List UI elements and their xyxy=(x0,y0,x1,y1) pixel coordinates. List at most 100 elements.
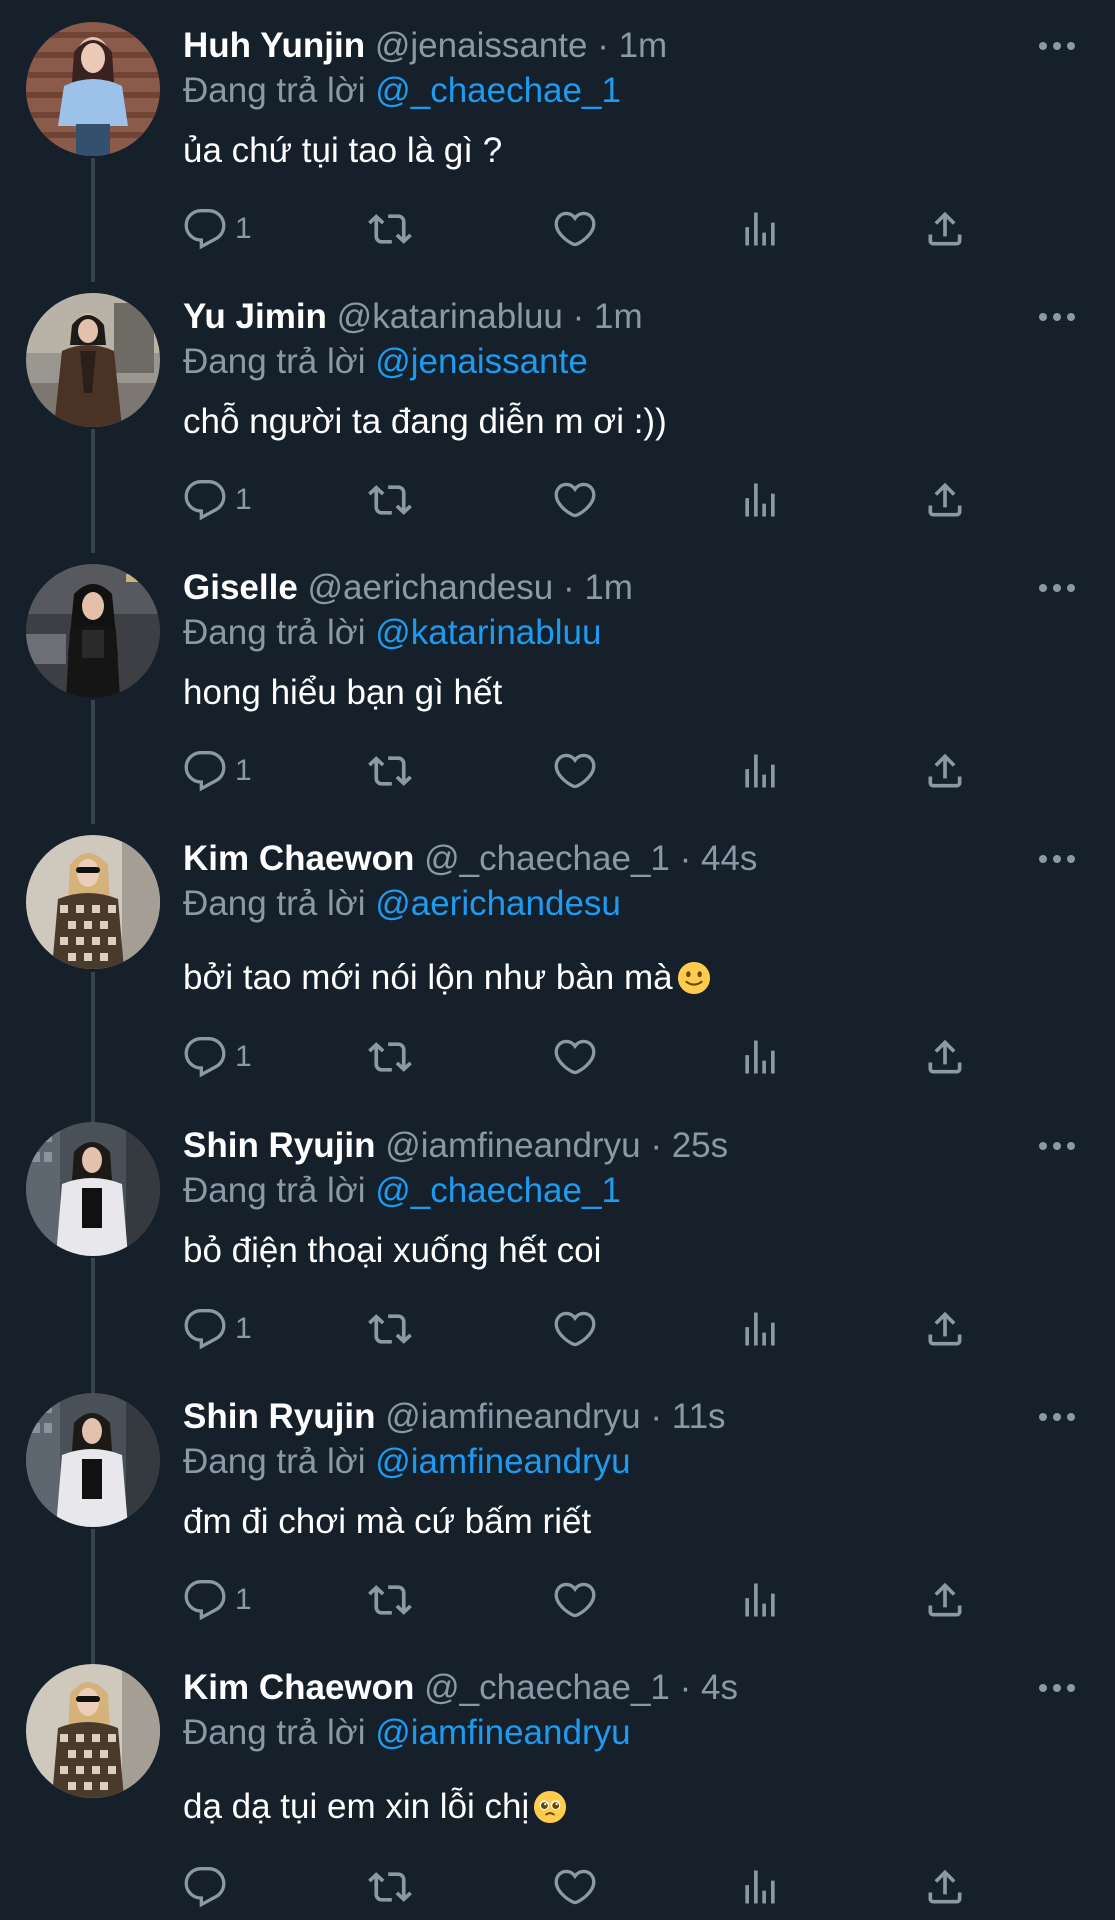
like-button[interactable] xyxy=(553,204,597,254)
display-name[interactable]: Kim Chaewon xyxy=(183,839,414,878)
tweet[interactable]: Kim Chaewon @_chaechae_1 · 44s Đang trả … xyxy=(0,813,1115,1099)
display-name[interactable]: Yu Jimin xyxy=(183,297,327,336)
reply-button[interactable]: 1 xyxy=(183,746,252,796)
like-button[interactable] xyxy=(553,1032,597,1082)
reply-count: 1 xyxy=(235,483,252,516)
retweet-button[interactable] xyxy=(368,1575,412,1625)
like-button[interactable] xyxy=(553,1575,597,1625)
avatar-photo xyxy=(26,1122,160,1256)
user-handle[interactable]: @_chaechae_1 xyxy=(424,839,670,878)
user-handle[interactable]: @jenaissante xyxy=(375,26,588,65)
more-icon[interactable] xyxy=(1037,299,1077,335)
display-name[interactable]: Shin Ryujin xyxy=(183,1126,376,1165)
retweet-button[interactable] xyxy=(368,746,412,796)
reply-to-handle[interactable]: @iamfineandryu xyxy=(375,1713,630,1752)
user-handle[interactable]: @iamfineandryu xyxy=(385,1126,640,1165)
retweet-icon xyxy=(368,214,412,244)
share-button[interactable] xyxy=(923,1032,967,1082)
share-button[interactable] xyxy=(923,1304,967,1354)
timestamp[interactable]: 44s xyxy=(701,839,757,878)
like-button[interactable] xyxy=(553,1862,597,1912)
timestamp[interactable]: 11s xyxy=(672,1397,726,1436)
views-button[interactable] xyxy=(738,1304,782,1354)
views-button[interactable] xyxy=(738,746,782,796)
more-icon[interactable] xyxy=(1037,1399,1077,1435)
avatar[interactable] xyxy=(26,1393,160,1527)
retweet-button[interactable] xyxy=(368,204,412,254)
avatar[interactable] xyxy=(26,293,160,427)
views-button[interactable] xyxy=(738,1862,782,1912)
share-button[interactable] xyxy=(923,1575,967,1625)
pleading-face-emoji xyxy=(534,1790,567,1824)
display-name[interactable]: Huh Yunjin xyxy=(183,26,365,65)
share-icon xyxy=(928,1311,962,1346)
user-handle[interactable]: @iamfineandryu xyxy=(385,1397,640,1436)
timestamp[interactable]: 4s xyxy=(701,1668,738,1707)
avatar[interactable] xyxy=(26,22,160,156)
display-name[interactable]: Kim Chaewon xyxy=(183,1668,414,1707)
views-button[interactable] xyxy=(738,475,782,525)
reply-to-handle[interactable]: @aerichandesu xyxy=(375,884,621,923)
tweet[interactable]: Shin Ryujin @iamfineandryu · 11s Đang tr… xyxy=(0,1371,1115,1641)
like-button[interactable] xyxy=(553,746,597,796)
retweet-button[interactable] xyxy=(368,1032,412,1082)
views-button[interactable] xyxy=(738,1575,782,1625)
avatar-photo xyxy=(26,835,160,969)
reply-prefix: Đang trả lời xyxy=(183,342,366,381)
share-button[interactable] xyxy=(923,204,967,254)
reply-to-handle[interactable]: @jenaissante xyxy=(375,342,588,381)
timestamp[interactable]: 1m xyxy=(594,297,643,336)
timestamp[interactable]: 1m xyxy=(619,26,668,65)
user-handle[interactable]: @aerichandesu xyxy=(308,568,554,607)
retweet-button[interactable] xyxy=(368,1862,412,1912)
user-handle[interactable]: @_chaechae_1 xyxy=(424,1668,670,1707)
share-button[interactable] xyxy=(923,746,967,796)
more-icon[interactable] xyxy=(1037,1670,1077,1706)
tweet-text-content: dạ dạ tụi em xin lỗi chị xyxy=(183,1787,530,1826)
reply-button[interactable]: 1 xyxy=(183,1575,252,1625)
reply-button[interactable]: 1 xyxy=(183,204,252,254)
display-name[interactable]: Shin Ryujin xyxy=(183,1397,376,1436)
avatar[interactable] xyxy=(26,1122,160,1256)
like-button[interactable] xyxy=(553,1304,597,1354)
tweet[interactable]: Huh Yunjin @jenaissante · 1m Đang trả lờ… xyxy=(0,0,1115,270)
share-button[interactable] xyxy=(923,475,967,525)
tweet-text-content: bởi tao mới nói lộn như bàn mà xyxy=(183,958,673,997)
reply-to-handle[interactable]: @_chaechae_1 xyxy=(375,1171,621,1210)
more-icon[interactable] xyxy=(1037,570,1077,606)
tweet-text: đm đi chơi mà cứ bấm riết xyxy=(183,1499,591,1545)
tweet[interactable]: Yu Jimin @katarinabluu · 1m Đang trả lời… xyxy=(0,271,1115,541)
views-button[interactable] xyxy=(738,204,782,254)
more-icon[interactable] xyxy=(1037,1128,1077,1164)
more-icon[interactable] xyxy=(1037,841,1077,877)
action-bar: 1 xyxy=(183,475,983,525)
reply-prefix: Đang trả lời xyxy=(183,884,366,923)
tweet[interactable]: Giselle @aerichandesu · 1m Đang trả lời … xyxy=(0,542,1115,812)
reply-button[interactable]: 1 xyxy=(183,475,252,525)
reply-prefix: Đang trả lời xyxy=(183,1171,366,1210)
more-icon[interactable] xyxy=(1037,28,1077,64)
timestamp[interactable]: 25s xyxy=(672,1126,728,1165)
retweet-button[interactable] xyxy=(368,475,412,525)
views-button[interactable] xyxy=(738,1032,782,1082)
reply-button[interactable] xyxy=(183,1862,235,1912)
reply-button[interactable]: 1 xyxy=(183,1304,252,1354)
tweet[interactable]: Shin Ryujin @iamfineandryu · 25s Đang tr… xyxy=(0,1100,1115,1370)
retweet-button[interactable] xyxy=(368,1304,412,1354)
reply-to-handle[interactable]: @_chaechae_1 xyxy=(375,71,621,110)
timestamp[interactable]: 1m xyxy=(584,568,633,607)
separator: · xyxy=(669,1668,701,1707)
reply-to-handle[interactable]: @katarinabluu xyxy=(375,613,601,652)
like-button[interactable] xyxy=(553,475,597,525)
reply-button[interactable]: 1 xyxy=(183,1032,252,1082)
display-name[interactable]: Giselle xyxy=(183,568,298,607)
user-handle[interactable]: @katarinabluu xyxy=(337,297,563,336)
share-button[interactable] xyxy=(923,1862,967,1912)
like-icon xyxy=(554,1582,596,1618)
tweet[interactable]: Kim Chaewon @_chaechae_1 · 4s Đang trả l… xyxy=(0,1642,1115,1920)
reply-to-handle[interactable]: @iamfineandryu xyxy=(375,1442,630,1481)
avatar[interactable] xyxy=(26,835,160,969)
reply-count: 1 xyxy=(235,754,252,787)
avatar[interactable] xyxy=(26,1664,160,1798)
avatar[interactable] xyxy=(26,564,160,698)
